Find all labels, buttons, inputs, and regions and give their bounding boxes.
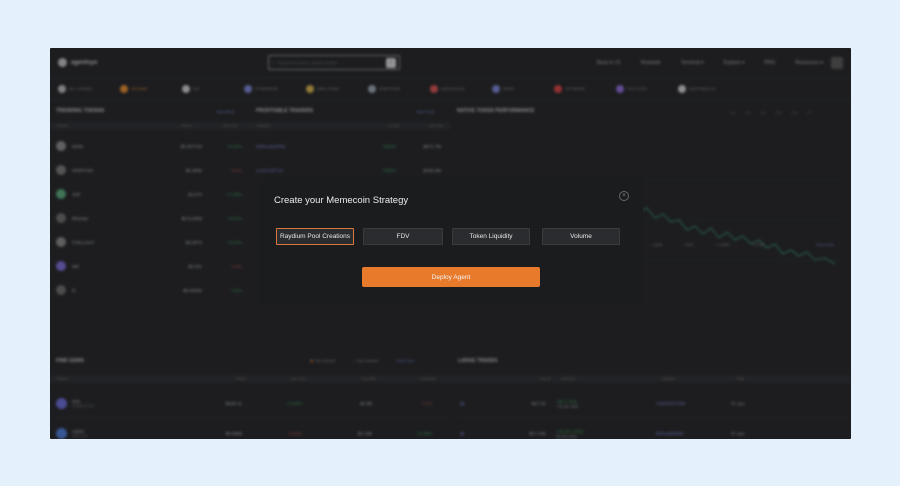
deploy-agent-button[interactable]: Deploy Agent [362,267,540,287]
option-volume[interactable]: Volume [542,228,620,245]
strategy-modal: Create your Memecoin Strategy × Raydium … [259,178,643,305]
modal-title: Create your Memecoin Strategy [274,195,409,206]
option-fdv[interactable]: FDV [363,228,443,245]
option-raydium-pool-creations[interactable]: Raydium Pool Creations [276,228,354,245]
close-icon[interactable]: × [619,191,629,201]
option-token-liquidity[interactable]: Token Liquidity [452,228,530,245]
